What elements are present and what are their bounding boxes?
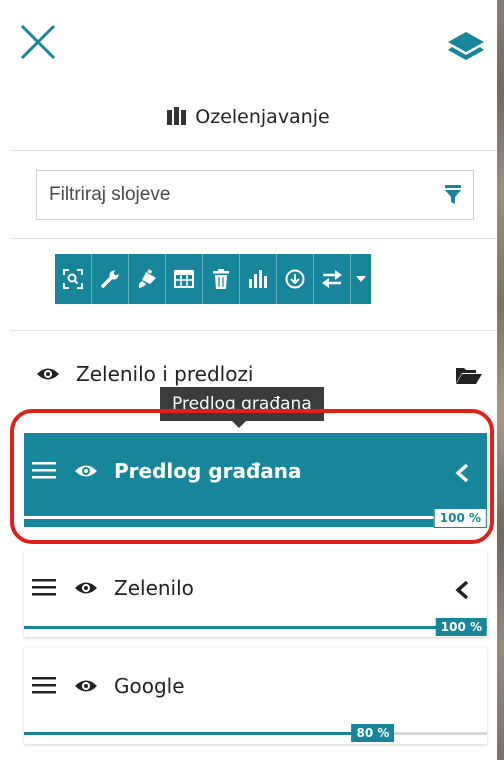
layer-toolbar xyxy=(55,254,371,304)
filter-input[interactable] xyxy=(37,171,439,219)
layer-name: Zelenilo xyxy=(114,576,194,600)
panel-title: Ozelenjavanje xyxy=(0,106,497,130)
divider xyxy=(10,150,497,151)
chevron-left-icon[interactable] xyxy=(455,463,469,487)
opacity-value[interactable]: 80 % xyxy=(351,724,395,742)
map-edge xyxy=(497,0,504,760)
opacity-value[interactable]: 100 % xyxy=(433,508,487,528)
folder-open-icon[interactable] xyxy=(456,366,482,388)
layer-panel: Ozelenjavanje Filtriraj slojeve Zelenilo… xyxy=(0,0,497,760)
swap-button[interactable] xyxy=(314,254,351,304)
opacity-fill xyxy=(24,626,487,629)
brush-icon xyxy=(138,269,156,288)
drag-handle-icon[interactable] xyxy=(32,461,56,483)
zoom-to-layer-icon xyxy=(63,269,83,289)
opacity-fill xyxy=(24,516,487,519)
download-button[interactable] xyxy=(277,254,314,304)
layers-button[interactable] xyxy=(446,30,486,66)
opacity-slider[interactable]: 100 % xyxy=(24,618,487,636)
eye-icon[interactable] xyxy=(74,580,98,600)
eye-icon[interactable] xyxy=(74,463,98,483)
layer-name: Predlog građana xyxy=(114,459,302,483)
close-button[interactable] xyxy=(18,22,58,62)
download-icon xyxy=(285,269,305,289)
opacity-slider[interactable]: 100 % xyxy=(24,508,487,528)
eye-icon[interactable] xyxy=(74,678,98,698)
layer-item[interactable]: Zelenilo 100 % xyxy=(24,550,487,637)
opacity-value[interactable]: 100 % xyxy=(435,618,487,636)
divider xyxy=(10,330,497,331)
drag-handle-icon[interactable] xyxy=(32,578,56,600)
table-icon xyxy=(174,270,194,288)
panel-title-text: Ozelenjavanje xyxy=(195,106,330,128)
divider xyxy=(10,238,497,239)
settings-button[interactable] xyxy=(92,254,129,304)
layer-name: Google xyxy=(114,674,185,698)
layer-group-label: Zelenilo i predlozi xyxy=(76,362,254,386)
layer-item[interactable]: Google 80 % xyxy=(24,648,487,744)
close-icon xyxy=(20,24,56,60)
layers-icon xyxy=(448,32,484,60)
zoom-to-layer-button[interactable] xyxy=(55,254,92,304)
map-icon xyxy=(167,107,187,130)
opacity-fill xyxy=(24,732,395,735)
layer-name-tooltip: Predlog građana xyxy=(160,387,324,428)
delete-button[interactable] xyxy=(203,254,240,304)
drag-handle-icon[interactable] xyxy=(32,676,56,698)
eye-icon[interactable] xyxy=(36,366,60,386)
layer-item-selected[interactable]: Predlog građana 100 % xyxy=(24,433,487,528)
caret-down-icon xyxy=(356,276,366,282)
opacity-slider[interactable]: 80 % xyxy=(24,724,487,742)
attribute-table-button[interactable] xyxy=(166,254,203,304)
style-button[interactable] xyxy=(129,254,166,304)
wrench-icon xyxy=(101,270,119,288)
swap-arrows-icon xyxy=(322,270,342,288)
bar-chart-icon xyxy=(249,270,267,288)
filter-box xyxy=(36,170,474,220)
chevron-left-icon[interactable] xyxy=(455,580,469,604)
more-actions-dropdown[interactable] xyxy=(351,254,371,304)
chart-button[interactable] xyxy=(240,254,277,304)
filter-icon[interactable] xyxy=(445,185,461,209)
trash-icon xyxy=(213,269,229,289)
